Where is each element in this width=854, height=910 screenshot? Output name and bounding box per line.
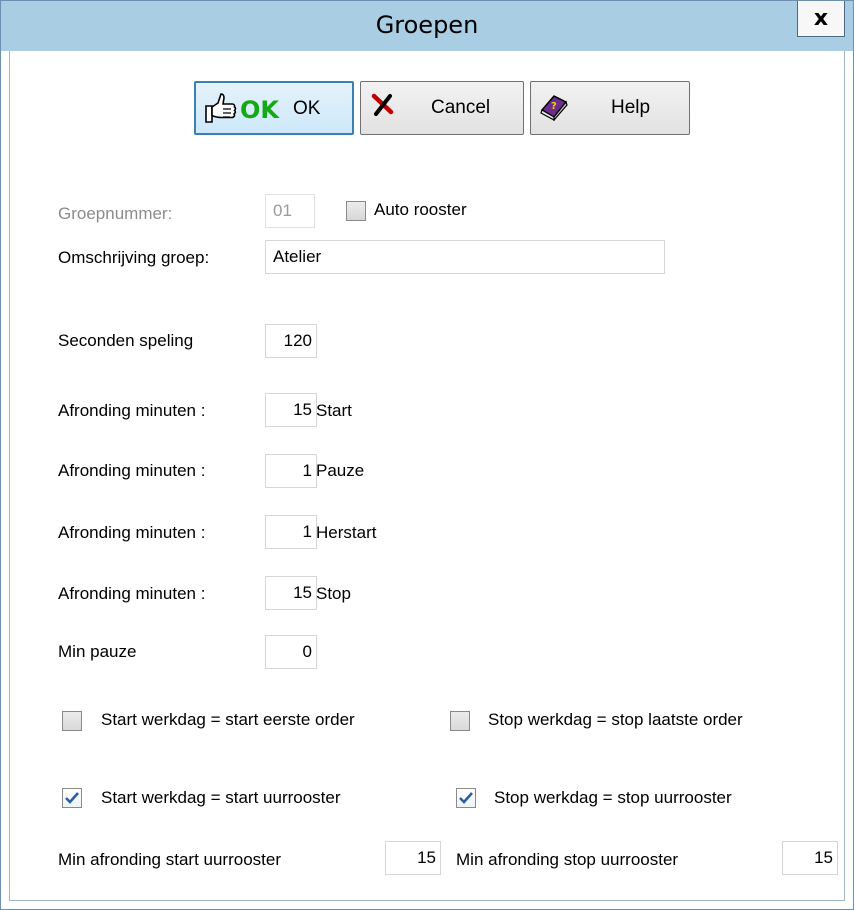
svg-text:?: ?	[551, 101, 557, 112]
auto-rooster-checkbox[interactable]	[346, 201, 366, 221]
groepnummer-label: Groepnummer:	[58, 204, 173, 223]
checkmark-icon	[459, 792, 473, 804]
help-book-icon: ?	[539, 93, 569, 127]
help-button-label: Help	[611, 97, 651, 118]
checkmark-icon	[65, 792, 79, 804]
start-eerste-order-label: Start werkdag = start eerste order	[101, 710, 355, 729]
cancel-button[interactable]: Cancel	[360, 81, 524, 135]
min-pauze-label: Min pauze	[58, 642, 137, 661]
start-uurrooster-checkbox[interactable]	[62, 788, 82, 808]
afronding-pauze-suffix: Pauze	[316, 461, 365, 480]
start-uurrooster-label: Start werkdag = start uurrooster	[101, 788, 341, 807]
omschrijving-label: Omschrijving groep:	[58, 248, 210, 267]
window-title: Groepen	[375, 11, 479, 39]
afronding-pauze-label: Afronding minuten :	[58, 461, 206, 480]
cancel-button-label: Cancel	[431, 97, 491, 118]
seconden-speling-label: Seconden speling	[58, 331, 194, 350]
min-afronding-stop-label: Min afronding stop uurrooster	[456, 850, 679, 869]
min-afronding-start-label: Min afronding start uurrooster	[58, 850, 281, 869]
help-button[interactable]: ? Help	[530, 81, 690, 135]
groepen-dialog: Groepen x OK OK Cancel ? Help Groepnumme…	[0, 0, 854, 910]
afronding-herstart-field[interactable]: 1	[265, 515, 317, 549]
stop-laatste-order-label: Stop werkdag = stop laatste order	[488, 710, 743, 729]
afronding-start-label: Afronding minuten :	[58, 401, 206, 420]
afronding-stop-field[interactable]: 15	[265, 576, 317, 610]
afronding-herstart-label: Afronding minuten :	[58, 523, 206, 542]
title-bar[interactable]: Groepen x	[1, 1, 853, 51]
ok-button-label: OK	[293, 98, 321, 119]
stop-uurrooster-label: Stop werkdag = stop uurrooster	[494, 788, 732, 807]
omschrijving-field[interactable]: Atelier	[265, 240, 665, 274]
min-afronding-stop-field[interactable]: 15	[782, 841, 838, 875]
thumbs-up-icon	[202, 90, 238, 132]
afronding-pauze-field[interactable]: 1	[265, 454, 317, 488]
ok-button[interactable]: OK OK	[194, 81, 354, 135]
close-button[interactable]: x	[797, 1, 845, 37]
ok-logo-text: OK	[240, 96, 279, 124]
stop-uurrooster-checkbox[interactable]	[456, 788, 476, 808]
close-icon: x	[813, 6, 829, 31]
auto-rooster-label: Auto rooster	[374, 200, 467, 219]
afronding-start-suffix: Start	[316, 401, 352, 420]
afronding-stop-suffix: Stop	[316, 584, 351, 603]
cross-icon	[371, 93, 395, 123]
min-afronding-start-field[interactable]: 15	[385, 841, 441, 875]
afronding-herstart-suffix: Herstart	[316, 523, 377, 542]
min-pauze-field[interactable]: 0	[265, 635, 317, 669]
stop-laatste-order-checkbox[interactable]	[450, 711, 470, 731]
afronding-start-field[interactable]: 15	[265, 393, 317, 427]
afronding-stop-label: Afronding minuten :	[58, 584, 206, 603]
start-eerste-order-checkbox[interactable]	[62, 711, 82, 731]
groepnummer-field: 01	[265, 194, 315, 228]
seconden-speling-field[interactable]: 120	[265, 324, 317, 358]
